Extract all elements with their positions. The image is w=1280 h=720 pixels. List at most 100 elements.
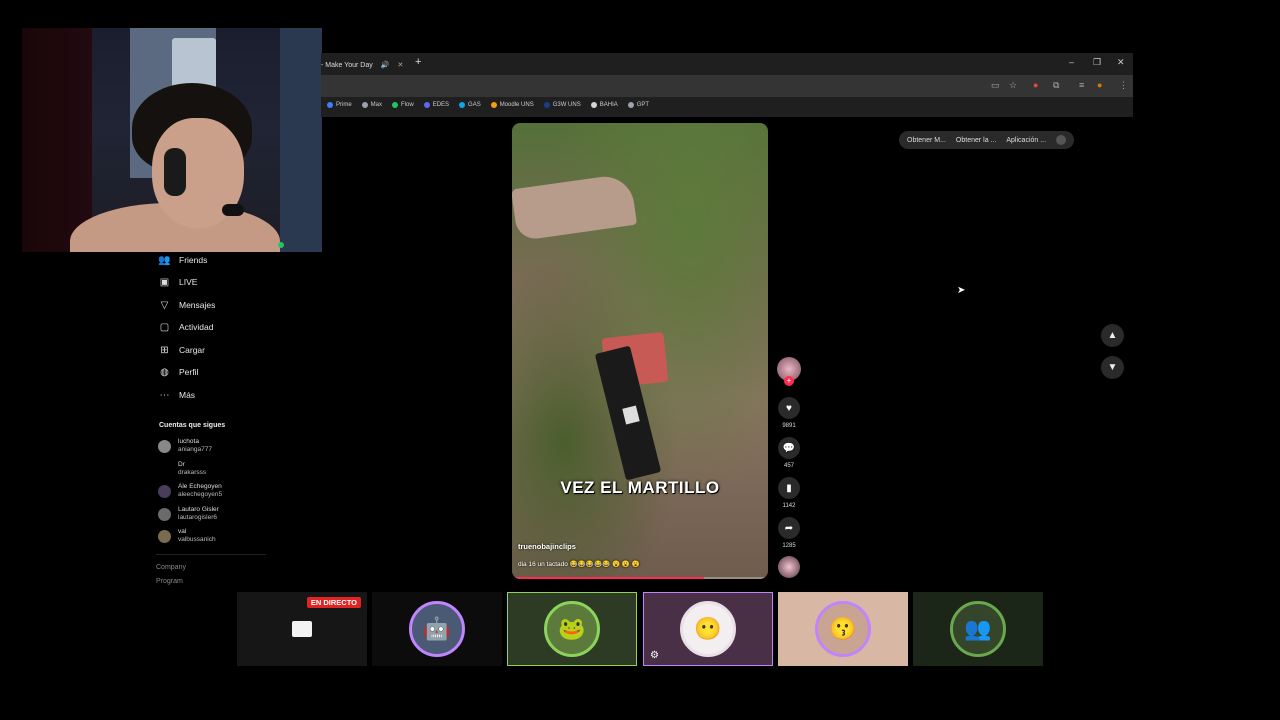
following-section-title: Cuentas que sigues [159, 422, 226, 429]
sidebar-item-friends[interactable]: 👥 Friends [158, 253, 207, 267]
avatar [158, 463, 171, 476]
avatar [158, 529, 171, 543]
tab-close-icon[interactable]: ✕ [397, 61, 403, 69]
next-video-button[interactable]: ▼ [1101, 356, 1124, 379]
followed-account[interactable]: Dr drakarsss [158, 459, 206, 479]
bookmark-icon: ▮ [786, 482, 792, 494]
messages-icon: ▽ [160, 299, 169, 311]
video-description: dia 16 un tactado 😂😂😂😂😂 😮 😮 😮 [518, 561, 640, 568]
live-preview-tile: EN DIRECTO [237, 592, 367, 666]
more-icon: ⋯ [159, 389, 170, 401]
sidebar-item-activity[interactable]: ▢ Actividad [158, 320, 214, 334]
heart-icon: ♥ [786, 402, 792, 414]
like-count: 9891 [782, 423, 796, 429]
chevron-up-icon: ▲ [1107, 330, 1118, 341]
overlay-tile: 😶 ⚙ [643, 592, 773, 666]
tab-title: - Make Your Day [321, 61, 373, 69]
sidebar-divider [156, 554, 266, 555]
upload-icon: ⊞ [160, 344, 169, 356]
face-emote-icon: 😗 [815, 601, 871, 657]
menu-kebab-icon[interactable]: ⋮ [1119, 80, 1128, 91]
video-caption-overlay: VEZ EL MARTILLO [560, 478, 720, 497]
music-disc-icon[interactable] [778, 556, 800, 578]
share-icon: ➦ [784, 522, 794, 534]
bookmark-item[interactable]: Prime [327, 102, 352, 108]
close-window-button[interactable]: ✕ [1117, 57, 1125, 68]
bookmark-item[interactable]: GAS [459, 102, 481, 108]
sidebar-item-more[interactable]: ⋯ Más [158, 388, 196, 402]
footer-company-link[interactable]: Company [156, 564, 186, 571]
overlay-tile: 🤖 [372, 592, 502, 666]
bookmarks-bar: Prime Max Flow EDES GAS Moodle UNS G3W U… [327, 99, 649, 111]
user-avatar[interactable] [1056, 135, 1067, 145]
save-button[interactable]: ▮ [778, 477, 800, 499]
like-button[interactable]: ♥ [778, 397, 800, 419]
video-progress-fill [512, 577, 704, 579]
extensions-icon[interactable]: ⧉ [1053, 80, 1059, 91]
gear-icon: ⚙ [650, 650, 659, 661]
mouse-cursor-icon: ➤ [957, 285, 966, 296]
bookmark-item[interactable]: EDES [423, 102, 449, 108]
monitor-icon [292, 621, 312, 637]
frog-emote-icon: 🐸 [544, 601, 600, 657]
browser-tab[interactable]: - Make Your Day 🔊 ✕ [321, 55, 409, 75]
live-icon: ▣ [159, 276, 170, 288]
bookmark-item[interactable]: Moodle UNS [490, 102, 534, 108]
extension-red-icon[interactable]: ● [1033, 80, 1038, 90]
bookmark-item[interactable]: BAHIA [590, 102, 618, 108]
sidebar-item-messages[interactable]: ▽ Mensajes [158, 298, 216, 312]
save-count: 1142 [782, 503, 796, 509]
share-button[interactable]: ➦ [778, 517, 800, 539]
comment-button[interactable]: 💬 [778, 437, 800, 459]
get-coins-button[interactable]: Obtener M... [907, 137, 946, 144]
overlay-tile: 😗 [778, 592, 908, 666]
bookmark-item[interactable]: G3W UNS [543, 102, 581, 108]
followed-account[interactable]: val valbussanich [158, 526, 216, 546]
webcam-feed [22, 28, 322, 252]
bookmark-item[interactable]: Max [361, 102, 382, 108]
footer-program-link[interactable]: Program [156, 578, 183, 585]
profile-avatar-icon[interactable]: ● [1097, 80, 1102, 90]
tab-search-icon[interactable]: ≡ [1079, 80, 1084, 90]
bookmark-item[interactable]: GPT [627, 102, 649, 108]
video-username[interactable]: truenobajinclips [518, 542, 576, 551]
followed-account[interactable]: Lautaro Gisler lautarogisler6 [158, 504, 219, 524]
live-badge: EN DIRECTO [306, 597, 361, 608]
maximize-button[interactable]: ❐ [1093, 57, 1101, 68]
sidebar-item-live[interactable]: ▣ LIVE [158, 275, 198, 289]
bookmark-item[interactable]: Flow [392, 102, 414, 108]
new-tab-button[interactable]: + [415, 56, 421, 68]
cast-icon[interactable]: ▭ [991, 80, 1000, 91]
get-app-button[interactable]: Obtener la ... [956, 137, 996, 144]
robot-emote-icon: 🤖 [409, 601, 465, 657]
avatar [158, 507, 171, 521]
avatar [158, 484, 171, 498]
desktop-app-button[interactable]: Aplicación ... [1006, 137, 1046, 144]
sidebar-item-profile[interactable]: ◍ Perfil [158, 365, 198, 379]
minimize-button[interactable]: – [1069, 57, 1074, 67]
tab-audio-icon[interactable]: 🔊 [381, 61, 390, 69]
tiktok-top-actions: Obtener M... Obtener la ... Aplicación .… [899, 131, 1075, 149]
share-count: 1285 [782, 543, 796, 549]
activity-icon: ▢ [159, 321, 170, 333]
browser-chrome: - Make Your Day 🔊 ✕ + – ❐ ✕ ▭ ☆ ● ⧉ ≡ ● … [321, 53, 1133, 117]
bookmark-star-icon[interactable]: ☆ [1009, 80, 1017, 91]
group-emote-icon: 👥 [950, 601, 1006, 657]
followed-account[interactable]: Ale Echegoyen aleechegoyen5 [158, 481, 222, 501]
pink-character-emote-icon: 😶 [680, 601, 736, 657]
video-frame-object [512, 172, 638, 242]
comment-icon: 💬 [782, 442, 796, 454]
friends-icon: 👥 [158, 254, 171, 266]
chevron-down-icon: ▼ [1107, 362, 1118, 373]
previous-video-button[interactable]: ▲ [1101, 324, 1124, 347]
comment-count: 457 [783, 463, 794, 469]
follow-plus-icon[interactable]: + [784, 376, 794, 386]
sidebar-item-upload[interactable]: ⊞ Cargar [158, 343, 205, 357]
avatar [158, 439, 171, 453]
overlay-tile: 🐸 [507, 592, 637, 666]
video-player[interactable]: VEZ EL MARTILLO truenobajinclips dia 16 … [512, 123, 768, 579]
video-progress-bar[interactable] [512, 577, 768, 579]
followed-account[interactable]: luchota anianga777 [158, 436, 212, 456]
address-bar[interactable]: ▭ ☆ ● ⧉ ≡ ● ⋮ [321, 75, 1133, 97]
profile-icon: ◍ [160, 366, 169, 378]
